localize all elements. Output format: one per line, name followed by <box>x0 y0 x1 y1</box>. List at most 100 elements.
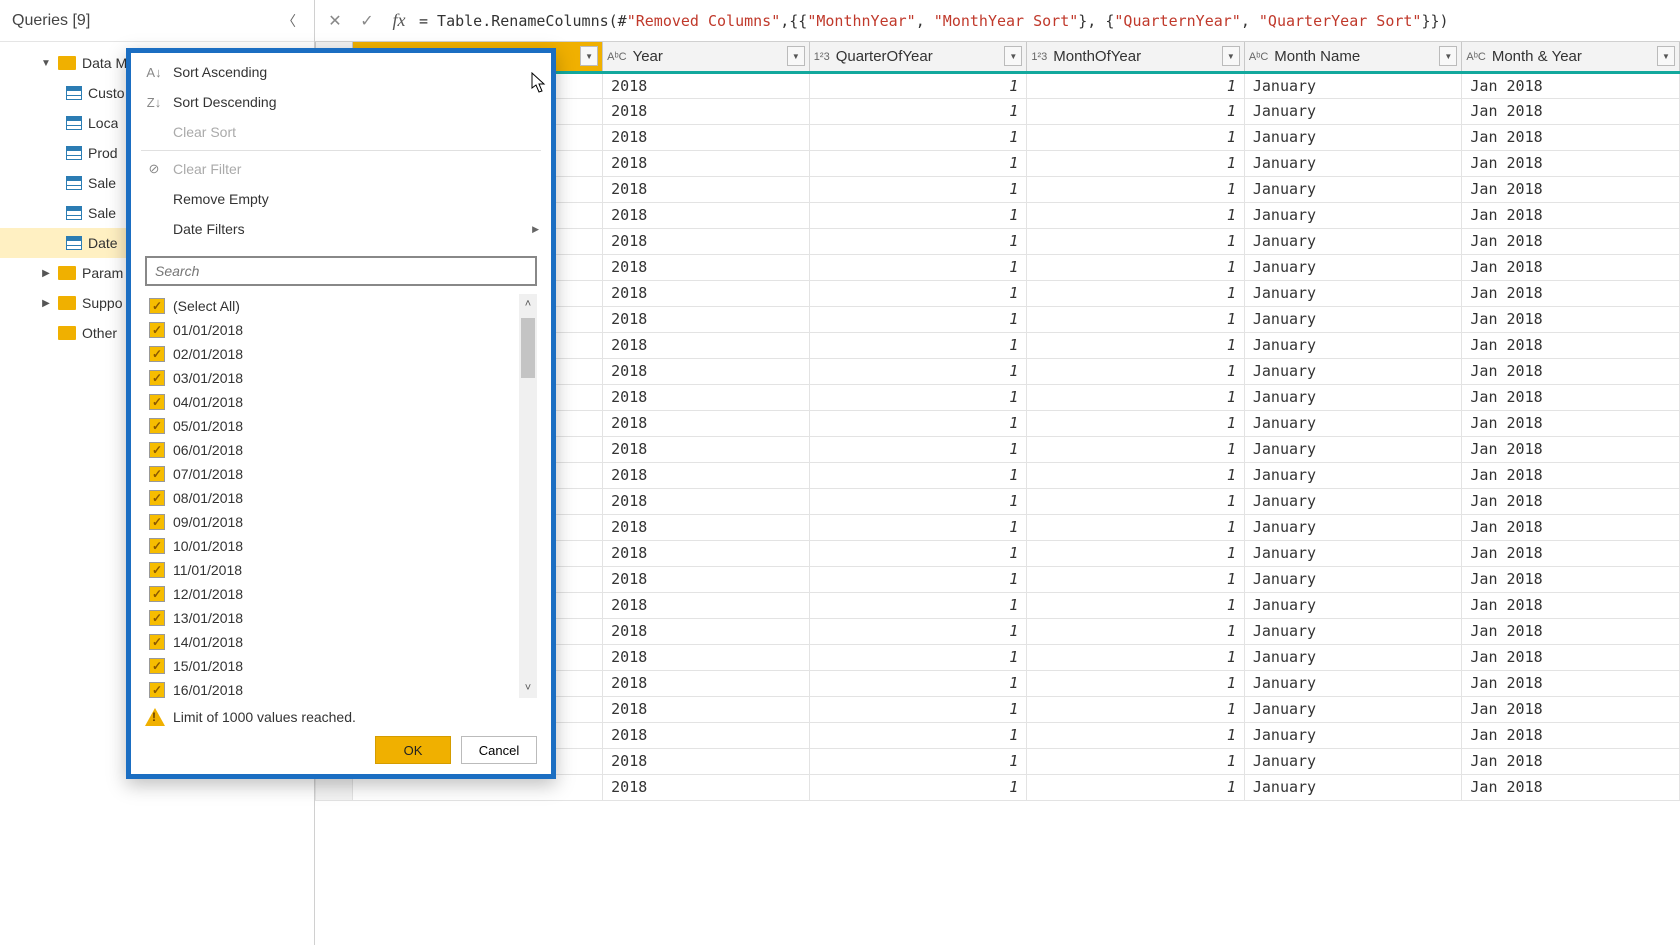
cell[interactable]: 1 <box>1027 748 1245 774</box>
cell[interactable]: 1 <box>809 358 1027 384</box>
cell[interactable]: January <box>1244 592 1462 618</box>
cell[interactable]: Jan 2018 <box>1462 566 1680 592</box>
cell[interactable]: Jan 2018 <box>1462 72 1680 98</box>
cancel-button[interactable]: Cancel <box>461 736 537 764</box>
cell[interactable]: January <box>1244 514 1462 540</box>
cell[interactable]: Jan 2018 <box>1462 332 1680 358</box>
column-header-year[interactable]: AᵇCYear▼ <box>603 42 810 72</box>
cell[interactable]: Jan 2018 <box>1462 462 1680 488</box>
cell[interactable]: Jan 2018 <box>1462 696 1680 722</box>
cell[interactable]: 2018 <box>603 202 810 228</box>
filter-value-row[interactable]: ✓06/01/2018 <box>145 438 537 462</box>
cell[interactable]: January <box>1244 774 1462 800</box>
cell[interactable]: 2018 <box>603 358 810 384</box>
cell[interactable]: 1 <box>1027 124 1245 150</box>
checkbox-icon[interactable]: ✓ <box>149 442 165 458</box>
cell[interactable]: 2018 <box>603 150 810 176</box>
cell[interactable]: 1 <box>809 488 1027 514</box>
cell[interactable]: 1 <box>809 228 1027 254</box>
cell[interactable]: Jan 2018 <box>1462 358 1680 384</box>
cell[interactable]: 2018 <box>603 124 810 150</box>
formula-cancel-icon[interactable]: ✕ <box>323 9 347 33</box>
cell[interactable]: 1 <box>809 72 1027 98</box>
cell[interactable]: 1 <box>1027 436 1245 462</box>
cell[interactable]: January <box>1244 202 1462 228</box>
cell[interactable]: 1 <box>1027 540 1245 566</box>
cell[interactable]: 2018 <box>603 748 810 774</box>
cell[interactable]: January <box>1244 722 1462 748</box>
filter-value-row[interactable]: ✓04/01/2018 <box>145 390 537 414</box>
cell[interactable]: 1 <box>809 540 1027 566</box>
cell[interactable]: 1 <box>1027 774 1245 800</box>
cell[interactable]: 2018 <box>603 98 810 124</box>
cell[interactable]: 1 <box>1027 696 1245 722</box>
cell[interactable]: Jan 2018 <box>1462 488 1680 514</box>
cell[interactable]: 2018 <box>603 384 810 410</box>
cell[interactable]: January <box>1244 410 1462 436</box>
cell[interactable]: 2018 <box>603 540 810 566</box>
cell[interactable]: 2018 <box>603 670 810 696</box>
filter-value-row[interactable]: ✓01/01/2018 <box>145 318 537 342</box>
cell[interactable]: January <box>1244 332 1462 358</box>
cell[interactable]: Jan 2018 <box>1462 228 1680 254</box>
cell[interactable]: January <box>1244 566 1462 592</box>
cell[interactable]: 2018 <box>603 176 810 202</box>
checkbox-icon[interactable]: ✓ <box>149 466 165 482</box>
cell[interactable]: January <box>1244 748 1462 774</box>
cell[interactable]: 2018 <box>603 722 810 748</box>
cell[interactable]: 1 <box>809 436 1027 462</box>
cell[interactable]: 1 <box>809 644 1027 670</box>
cell[interactable]: January <box>1244 540 1462 566</box>
filter-search-input[interactable] <box>145 256 537 286</box>
cell[interactable]: January <box>1244 72 1462 98</box>
checkbox-icon[interactable]: ✓ <box>149 562 165 578</box>
date-filters-item[interactable]: Date Filters <box>131 214 551 244</box>
scroll-thumb[interactable] <box>521 318 535 378</box>
column-header-month-&-year[interactable]: AᵇCMonth & Year▼ <box>1462 42 1680 72</box>
cell[interactable]: 1 <box>1027 332 1245 358</box>
filter-value-row[interactable]: ✓(Select All) <box>145 294 537 318</box>
cell[interactable]: 1 <box>1027 462 1245 488</box>
remove-empty-item[interactable]: Remove Empty <box>131 184 551 214</box>
cell[interactable]: January <box>1244 644 1462 670</box>
checkbox-icon[interactable]: ✓ <box>149 394 165 410</box>
cell[interactable]: 1 <box>809 670 1027 696</box>
cell[interactable]: Jan 2018 <box>1462 774 1680 800</box>
checkbox-icon[interactable]: ✓ <box>149 298 165 314</box>
cell[interactable]: Jan 2018 <box>1462 254 1680 280</box>
scroll-up-icon[interactable]: ˄ <box>519 294 537 314</box>
formula-text[interactable]: = Table.RenameColumns(#"Removed Columns"… <box>419 12 1672 30</box>
cell[interactable]: Jan 2018 <box>1462 306 1680 332</box>
cell[interactable]: Jan 2018 <box>1462 514 1680 540</box>
cell[interactable]: January <box>1244 358 1462 384</box>
cell[interactable]: 1 <box>809 332 1027 358</box>
checkbox-icon[interactable]: ✓ <box>149 658 165 674</box>
cell[interactable]: 2018 <box>603 410 810 436</box>
cell[interactable]: January <box>1244 228 1462 254</box>
checkbox-icon[interactable]: ✓ <box>149 586 165 602</box>
cell[interactable]: January <box>1244 696 1462 722</box>
cell[interactable]: 2018 <box>603 306 810 332</box>
column-header-monthofyear[interactable]: 1²3MonthOfYear▼ <box>1027 42 1245 72</box>
cell[interactable]: 1 <box>1027 514 1245 540</box>
filter-value-row[interactable]: ✓15/01/2018 <box>145 654 537 678</box>
cell[interactable]: Jan 2018 <box>1462 592 1680 618</box>
cell[interactable]: Jan 2018 <box>1462 722 1680 748</box>
cell[interactable]: Jan 2018 <box>1462 202 1680 228</box>
cell[interactable]: Jan 2018 <box>1462 436 1680 462</box>
cell[interactable]: 1 <box>1027 202 1245 228</box>
twist-icon[interactable]: ▶ <box>40 298 52 309</box>
column-dropdown-icon[interactable]: ▼ <box>580 46 598 66</box>
cell[interactable]: 1 <box>809 150 1027 176</box>
sort-ascending-item[interactable]: A↓ Sort Ascending <box>131 57 551 87</box>
cell[interactable]: Jan 2018 <box>1462 618 1680 644</box>
cell[interactable]: January <box>1244 488 1462 514</box>
cell[interactable]: 1 <box>1027 618 1245 644</box>
checkbox-icon[interactable]: ✓ <box>149 538 165 554</box>
cell[interactable]: 1 <box>1027 722 1245 748</box>
cell[interactable]: 1 <box>809 202 1027 228</box>
cell[interactable]: Jan 2018 <box>1462 644 1680 670</box>
cell[interactable]: 2018 <box>603 332 810 358</box>
cell[interactable]: Jan 2018 <box>1462 748 1680 774</box>
cell[interactable]: Jan 2018 <box>1462 384 1680 410</box>
